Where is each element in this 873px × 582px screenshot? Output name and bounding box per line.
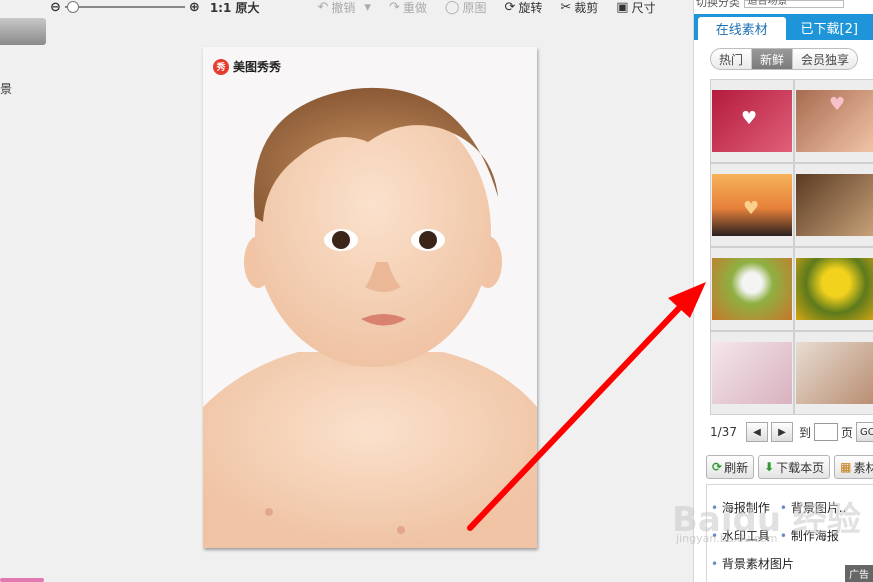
photo-canvas[interactable]: 秀 美图秀秀 [203,47,537,548]
material-thumb[interactable] [710,331,794,415]
crop-button[interactable]: ✂ 裁剪 [560,0,598,16]
actual-size-label: 1:1 原大 [209,0,260,15]
original-label: 原图 [462,0,487,15]
baidu-watermark-url: jingyan.baidu.com [676,532,778,545]
go-button[interactable]: GO [855,422,873,442]
baby-photo [203,47,537,548]
material-button[interactable]: ▦ 素材 [834,455,873,479]
pager: 1/37 ◀ ▶ 到 页 GO [710,422,873,442]
actual-size-button[interactable]: 1:1 原大 [210,0,260,16]
left-partial-label: 景 [0,82,13,96]
prev-page-button[interactable]: ◀ [745,422,768,442]
meitu-watermark-logo: 秀 美图秀秀 [213,58,281,75]
category-switch-row: 切换分类 适合场景 [694,0,873,10]
undo-icon: ↶ [317,0,329,15]
page-info: 1/37 [710,425,737,439]
zoom-thumb[interactable] [66,1,79,13]
left-panel: 景 [0,0,46,582]
undo-label: 撤销 [331,0,356,15]
undo-dropdown-icon[interactable]: ▾ [364,0,371,15]
meitu-logo-text: 美图秀秀 [233,60,282,74]
tab-downloaded[interactable]: 已下载[2] [786,14,873,40]
left-gray-button[interactable] [0,18,46,45]
rotate-icon: ⟳ [504,0,516,15]
size-label: 尺寸 [631,0,656,15]
category-switch-label: 切换分类 [696,0,740,9]
redo-label: 重做 [402,0,427,15]
zoom-track [64,6,185,8]
download-icon: ⬇ [764,460,775,474]
edit-toolbar: ⊖ ⊕ 1:1 原大 ↶ 撤销 ▾ ↷ 重做 ◯ 原图 ⟳ 旋转 ✂ 裁剪 ▣ … [50,0,690,16]
page-label: 页 [840,425,853,440]
baby-body [203,352,537,548]
rotate-label: 旋转 [518,0,543,15]
crop-icon: ✂ [560,0,572,15]
refresh-icon: ⟳ [712,460,723,474]
material-thumb[interactable]: ♥ [710,79,794,163]
material-thumb[interactable] [710,247,794,331]
goto-page-input[interactable] [813,423,838,441]
left-pink-bar [0,578,44,582]
refresh-button[interactable]: ⟳ 刷新 [706,455,755,479]
crop-label: 裁剪 [574,0,599,15]
material-icon: ▦ [840,460,852,474]
category-select[interactable]: 适合场景 [743,0,844,8]
panel-actions: ⟳ 刷新 ⬇ 下载本页 ▦ 素材 [706,455,873,479]
material-thumb[interactable] [794,163,873,247]
meitu-logo-icon: 秀 [213,58,229,75]
next-page-button[interactable]: ▶ [770,422,793,442]
zoom-in-icon[interactable]: ⊕ [189,0,200,15]
zoom-slider[interactable] [64,1,185,13]
size-icon: ▣ [616,0,629,15]
redo-icon: ↷ [388,0,400,15]
undo-button[interactable]: ↶ 撤销 ▾ [318,0,371,16]
material-thumb[interactable] [794,247,873,331]
download-page-button[interactable]: ⬇ 下载本页 [758,455,831,479]
filter-vip[interactable]: 会员独享 [793,49,857,69]
material-grid: ♥ ♥ ♥ [710,79,873,415]
tab-online-material[interactable]: 在线素材 [698,17,786,40]
refresh-label: 刷新 [724,460,749,475]
goto-label: 到 [798,425,811,440]
ad-badge[interactable]: 广告 [845,565,873,582]
original-icon: ◯ [444,0,460,15]
material-label: 素材 [853,460,873,475]
redo-button[interactable]: ↷ 重做 [389,0,427,16]
material-thumb[interactable]: ♥ [710,163,794,247]
link-bg-material[interactable]: 背景素材图片 [711,555,794,572]
original-button[interactable]: ◯ 原图 [445,0,487,16]
rotate-button[interactable]: ⟳ 旋转 [504,0,542,16]
material-thumb[interactable]: ♥ [794,79,873,163]
material-tabs: 在线素材 已下载[2] [694,14,873,40]
zoom-out-icon[interactable]: ⊖ [50,0,61,15]
filter-hot[interactable]: 热门 [711,49,752,69]
download-page-label: 下载本页 [776,460,825,475]
size-button[interactable]: ▣ 尺寸 [616,0,655,16]
filter-segment: 热门 新鲜 会员独享 [710,48,858,70]
filter-new[interactable]: 新鲜 [752,49,793,69]
material-thumb[interactable] [794,331,873,415]
